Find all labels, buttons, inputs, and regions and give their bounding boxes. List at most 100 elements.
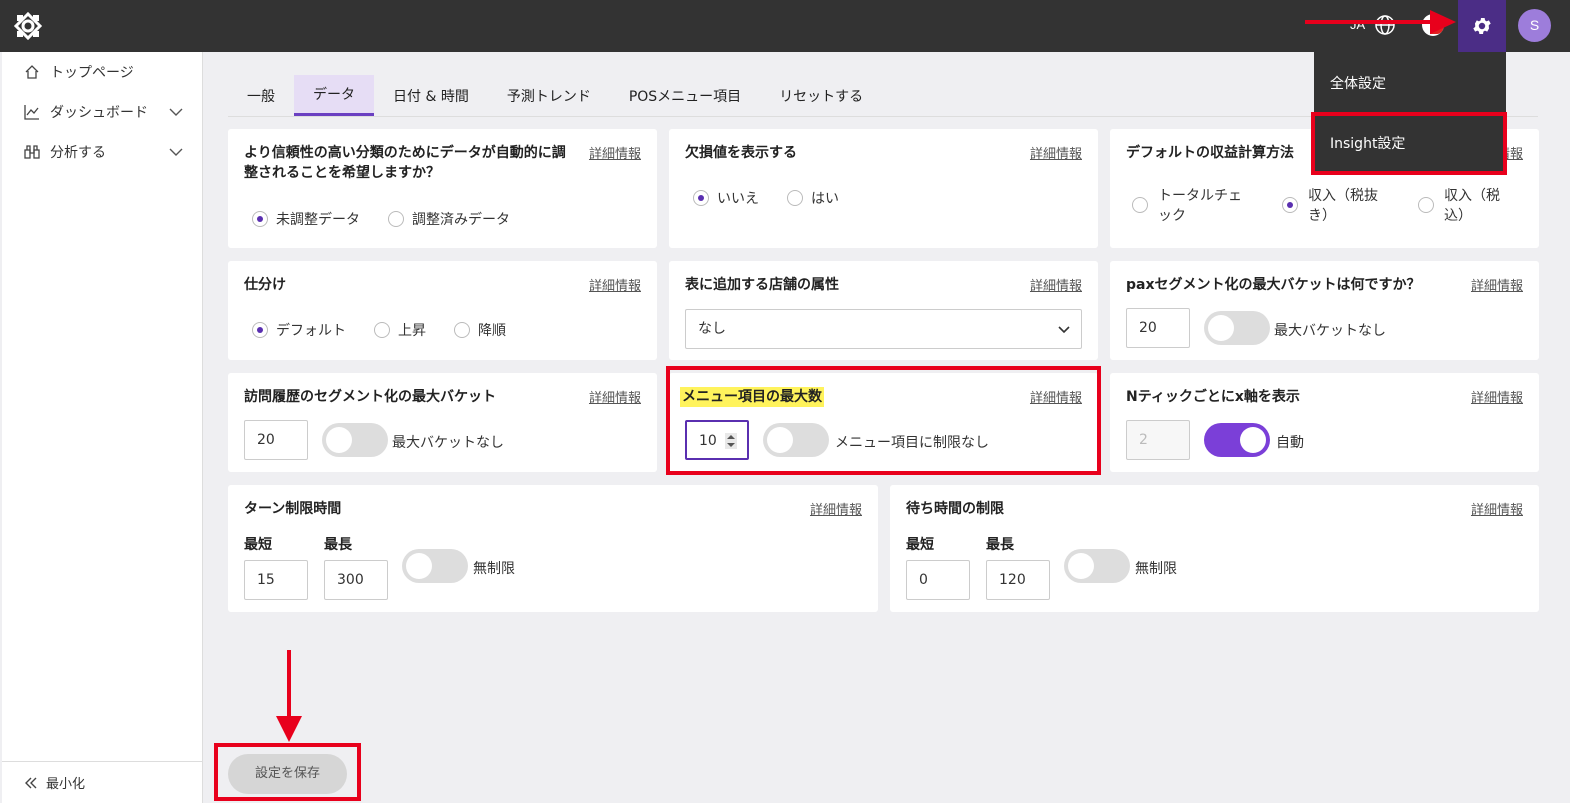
menu-item-global-settings[interactable]: 全体設定	[1330, 73, 1386, 93]
store-attribute-select[interactable]: なし	[685, 309, 1082, 349]
sidebar-item-label: トップページ	[50, 65, 134, 81]
more-info-link[interactable]: 詳細情報	[1030, 143, 1082, 162]
card-visit-history: 訪問履歴のセグメント化の最大バケット 詳細情報 20 最大バケットなし	[228, 373, 657, 472]
max-label: 最長	[324, 537, 352, 553]
chevron-down-icon	[1058, 326, 1070, 334]
annotation-box-insight	[1311, 112, 1507, 175]
sidebar-item-label: ダッシュボード	[50, 105, 148, 121]
radio-total-check[interactable]: トータルチェ ック	[1132, 185, 1242, 225]
select-value: なし	[698, 321, 726, 337]
radio-unadjusted[interactable]: 未調整データ	[252, 209, 360, 229]
more-info-link[interactable]: 詳細情報	[1471, 499, 1523, 518]
sidebar: トップページ ダッシュボード 分析する 最小化	[2, 52, 203, 803]
tab-reset[interactable]: リセットする	[760, 75, 882, 116]
app-logo-icon[interactable]	[14, 12, 42, 40]
x-axis-tick-input[interactable]: 2	[1126, 420, 1190, 460]
adjusted-radio-group: 未調整データ 調整済みデータ	[252, 209, 538, 229]
sidebar-item-top-page[interactable]: トップページ	[2, 57, 203, 87]
wait-max-input[interactable]: 120	[986, 560, 1050, 600]
toggle-label: 無制限	[1135, 561, 1177, 577]
double-chevron-left-icon	[25, 777, 37, 788]
wait-unlimited-toggle[interactable]	[1064, 549, 1130, 583]
min-label: 最短	[244, 537, 272, 553]
card-title: デフォルトの収益計算方法	[1126, 145, 1294, 161]
missing-radio-group: いいえ はい	[693, 188, 867, 208]
card-wait-limit: 待ち時間の制限 詳細情報 最短 最長 0 120 無制限	[890, 485, 1539, 612]
card-title: 欠損値を表示する	[685, 145, 797, 161]
minimize-sidebar-button[interactable]: 最小化	[2, 761, 203, 803]
settings-button[interactable]	[1458, 0, 1506, 52]
more-info-link[interactable]: 詳細情報	[1471, 387, 1523, 406]
tab-date-time[interactable]: 日付 & 時間	[374, 75, 488, 116]
card-adjusted-data: より信頼性の高い分類のためにデータが自動的に調 整されることを希望しますか？ 詳…	[228, 129, 657, 248]
binoculars-icon	[24, 145, 40, 159]
tab-pos-menu-items[interactable]: POSメニュー項目	[610, 75, 760, 116]
user-avatar[interactable]: S	[1518, 9, 1551, 42]
radio-default[interactable]: デフォルト	[252, 320, 346, 340]
card-store-attribute: 表に追加する店舗の属性 詳細情報 なし	[669, 261, 1098, 360]
pax-no-max-toggle[interactable]	[1204, 311, 1270, 345]
more-info-link[interactable]: 詳細情報	[1471, 275, 1523, 294]
minimize-label: 最小化	[46, 777, 86, 792]
tab-general[interactable]: 一般	[228, 75, 294, 116]
turn-max-input[interactable]: 300	[324, 560, 388, 600]
sort-radio-group: デフォルト 上昇 降順	[252, 320, 534, 340]
visit-history-max-input[interactable]: 20	[244, 420, 308, 460]
annotation-arrow-line	[287, 650, 291, 720]
annotation-box-save	[214, 743, 361, 801]
wait-min-input[interactable]: 0	[906, 560, 970, 600]
annotation-box-menu-max	[666, 366, 1101, 475]
turn-unlimited-toggle[interactable]	[402, 549, 468, 583]
card-title: 仕分け	[244, 277, 286, 293]
more-info-link[interactable]: 詳細情報	[589, 275, 641, 294]
annotation-arrow-line	[1305, 20, 1435, 24]
min-label: 最短	[906, 537, 934, 553]
globe-icon[interactable]	[1374, 14, 1396, 36]
radio-descending[interactable]: 降順	[454, 320, 506, 340]
chevron-down-icon	[169, 148, 183, 156]
gear-icon	[1473, 18, 1491, 34]
toggle-label: 最大バケットなし	[392, 435, 504, 451]
radio-revenue-excl-tax[interactable]: 収入（税抜 き）	[1282, 185, 1378, 225]
visit-history-no-max-toggle[interactable]	[322, 423, 388, 457]
more-info-link[interactable]: 詳細情報	[1030, 275, 1082, 294]
sidebar-item-dashboard[interactable]: ダッシュボード	[2, 97, 203, 127]
card-missing-values: 欠損値を表示する 詳細情報 いいえ はい	[669, 129, 1098, 248]
radio-yes[interactable]: はい	[787, 188, 839, 208]
more-info-link[interactable]: 詳細情報	[589, 387, 641, 406]
sidebar-item-analyze[interactable]: 分析する	[2, 137, 203, 167]
radio-no[interactable]: いいえ	[693, 188, 759, 208]
home-icon	[25, 65, 39, 79]
radio-revenue-incl-tax[interactable]: 収入（税 込）	[1418, 185, 1500, 225]
toggle-label: 自動	[1276, 435, 1304, 451]
card-title: 訪問履歴のセグメント化の最大バケット	[244, 389, 496, 405]
card-title: より信頼性の高い分類のためにデータが自動的に調 整されることを希望しますか？	[244, 145, 566, 181]
card-title: ターン制限時間	[244, 501, 342, 517]
card-x-axis-ticks: Nティックごとにx軸を表示 詳細情報 2 自動	[1110, 373, 1539, 472]
chevron-down-icon	[169, 108, 183, 116]
radio-adjusted[interactable]: 調整済みデータ	[388, 209, 510, 229]
annotation-arrow-head	[1430, 10, 1456, 34]
chart-icon	[24, 105, 39, 120]
tab-forecast-trend[interactable]: 予測トレンド	[488, 75, 610, 116]
more-info-link[interactable]: 詳細情報	[589, 143, 641, 162]
radio-ascending[interactable]: 上昇	[374, 320, 426, 340]
annotation-arrow-head	[276, 716, 302, 742]
card-title: 表に追加する店舗の属性	[685, 277, 839, 293]
tab-data[interactable]: データ	[294, 75, 374, 116]
card-turn-limit: ターン制限時間 詳細情報 最短 最長 15 300 無制限	[228, 485, 878, 612]
card-title: 待ち時間の制限	[906, 501, 1004, 517]
pax-max-input[interactable]: 20	[1126, 308, 1190, 348]
sidebar-item-label: 分析する	[50, 145, 106, 161]
x-axis-auto-toggle[interactable]	[1204, 423, 1270, 457]
card-title: paxセグメント化の最大バケットは何ですか？	[1126, 277, 1421, 293]
toggle-label: 最大バケットなし	[1274, 323, 1386, 339]
turn-min-input[interactable]: 15	[244, 560, 308, 600]
toggle-label: 無制限	[473, 561, 515, 577]
top-bar: JA S	[0, 0, 1570, 52]
max-label: 最長	[986, 537, 1014, 553]
more-info-link[interactable]: 詳細情報	[810, 499, 862, 518]
card-title: Nティックごとにx軸を表示	[1126, 389, 1300, 405]
card-sort: 仕分け 詳細情報 デフォルト 上昇 降順	[228, 261, 657, 360]
card-pax-buckets: paxセグメント化の最大バケットは何ですか？ 詳細情報 20 最大バケットなし	[1110, 261, 1539, 360]
